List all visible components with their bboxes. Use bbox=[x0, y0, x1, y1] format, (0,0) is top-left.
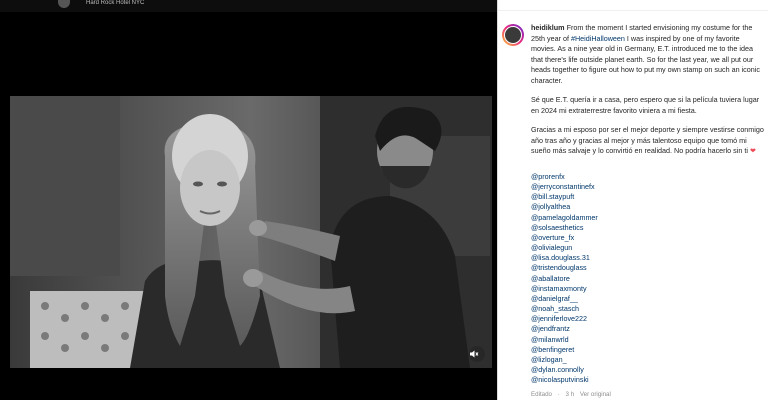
header-separator bbox=[498, 10, 768, 11]
mention-link[interactable]: @solsaesthetics bbox=[531, 223, 765, 233]
edited-label: Editado bbox=[531, 391, 552, 398]
mention-link[interactable]: @lisa.douglass.31 bbox=[531, 253, 765, 263]
mention-link[interactable]: @pamelagoldammer bbox=[531, 213, 765, 223]
mention-link[interactable]: @olivialegun bbox=[531, 243, 765, 253]
hashtag-link[interactable]: #HeidiHalloween bbox=[571, 34, 625, 43]
mentions-list: @prorenfx @jerryconstantinefx @bill.staypu… bbox=[531, 172, 765, 385]
instagram-post-view: Hard Rock Hotel NYC heidiklum From the m… bbox=[0, 0, 768, 400]
mention-link[interactable]: @noah_stasch bbox=[531, 304, 765, 314]
avatar[interactable] bbox=[502, 24, 524, 46]
mention-link[interactable]: @overture_fx bbox=[531, 233, 765, 243]
avatar-image bbox=[504, 26, 522, 44]
timestamp[interactable]: 3 h bbox=[566, 391, 575, 398]
mention-link[interactable]: @bill.staypuft bbox=[531, 192, 765, 202]
caption-paragraph-3: Gracias a mi esposo por ser el mejor dep… bbox=[531, 125, 765, 157]
caption-paragraph-3-text: Gracias a mi esposo por ser el mejor dep… bbox=[531, 125, 764, 155]
caption-paragraph-2: Sé que E.T. quería ir a casa, pero esper… bbox=[531, 95, 760, 115]
post-top-bar: Hard Rock Hotel NYC bbox=[0, 0, 497, 12]
mention-link[interactable]: @jerryconstantinefx bbox=[531, 182, 765, 192]
mention-link[interactable]: @aballatore bbox=[531, 274, 765, 284]
mention-link[interactable]: @dylan.connolly bbox=[531, 365, 765, 375]
video-frame-illustration bbox=[10, 96, 492, 368]
comments-panel: heidiklum From the moment I started envi… bbox=[498, 0, 768, 400]
see-original-link[interactable]: Ver original bbox=[580, 391, 611, 398]
mention-link[interactable]: @jendfrantz bbox=[531, 324, 765, 334]
mention-link[interactable]: @lizlogan_ bbox=[531, 355, 765, 365]
heart-icon: ❤ bbox=[749, 146, 756, 155]
mention-link[interactable]: @tristendouglass bbox=[531, 263, 765, 273]
mention-link[interactable]: @prorenfx bbox=[531, 172, 765, 182]
speaker-muted-icon bbox=[470, 350, 479, 358]
location-label[interactable]: Hard Rock Hotel NYC bbox=[86, 0, 144, 7]
mention-link[interactable]: @milanwrld bbox=[531, 335, 765, 345]
post-meta: Editado · 3 h Ver original bbox=[531, 391, 615, 399]
caption-paragraph-1: heidiklum From the moment I started envi… bbox=[531, 23, 765, 86]
post-video[interactable] bbox=[10, 96, 492, 368]
mention-link[interactable]: @jenniferlove222 bbox=[531, 314, 765, 324]
mention-link[interactable]: @danielgraf__ bbox=[531, 294, 765, 304]
separator-dot: · bbox=[557, 391, 560, 398]
top-avatar[interactable] bbox=[58, 0, 70, 8]
username-link[interactable]: heidiklum bbox=[531, 23, 565, 32]
mention-link[interactable]: @benfingeret bbox=[531, 345, 765, 355]
mute-button[interactable] bbox=[469, 346, 485, 362]
media-panel: Hard Rock Hotel NYC bbox=[0, 0, 497, 400]
post-caption: heidiklum From the moment I started envi… bbox=[531, 23, 765, 166]
mention-link[interactable]: @jollyalthea bbox=[531, 202, 765, 212]
mention-link[interactable]: @nicolasputvinski bbox=[531, 375, 765, 385]
mention-link[interactable]: @instamaxmonty bbox=[531, 284, 765, 294]
